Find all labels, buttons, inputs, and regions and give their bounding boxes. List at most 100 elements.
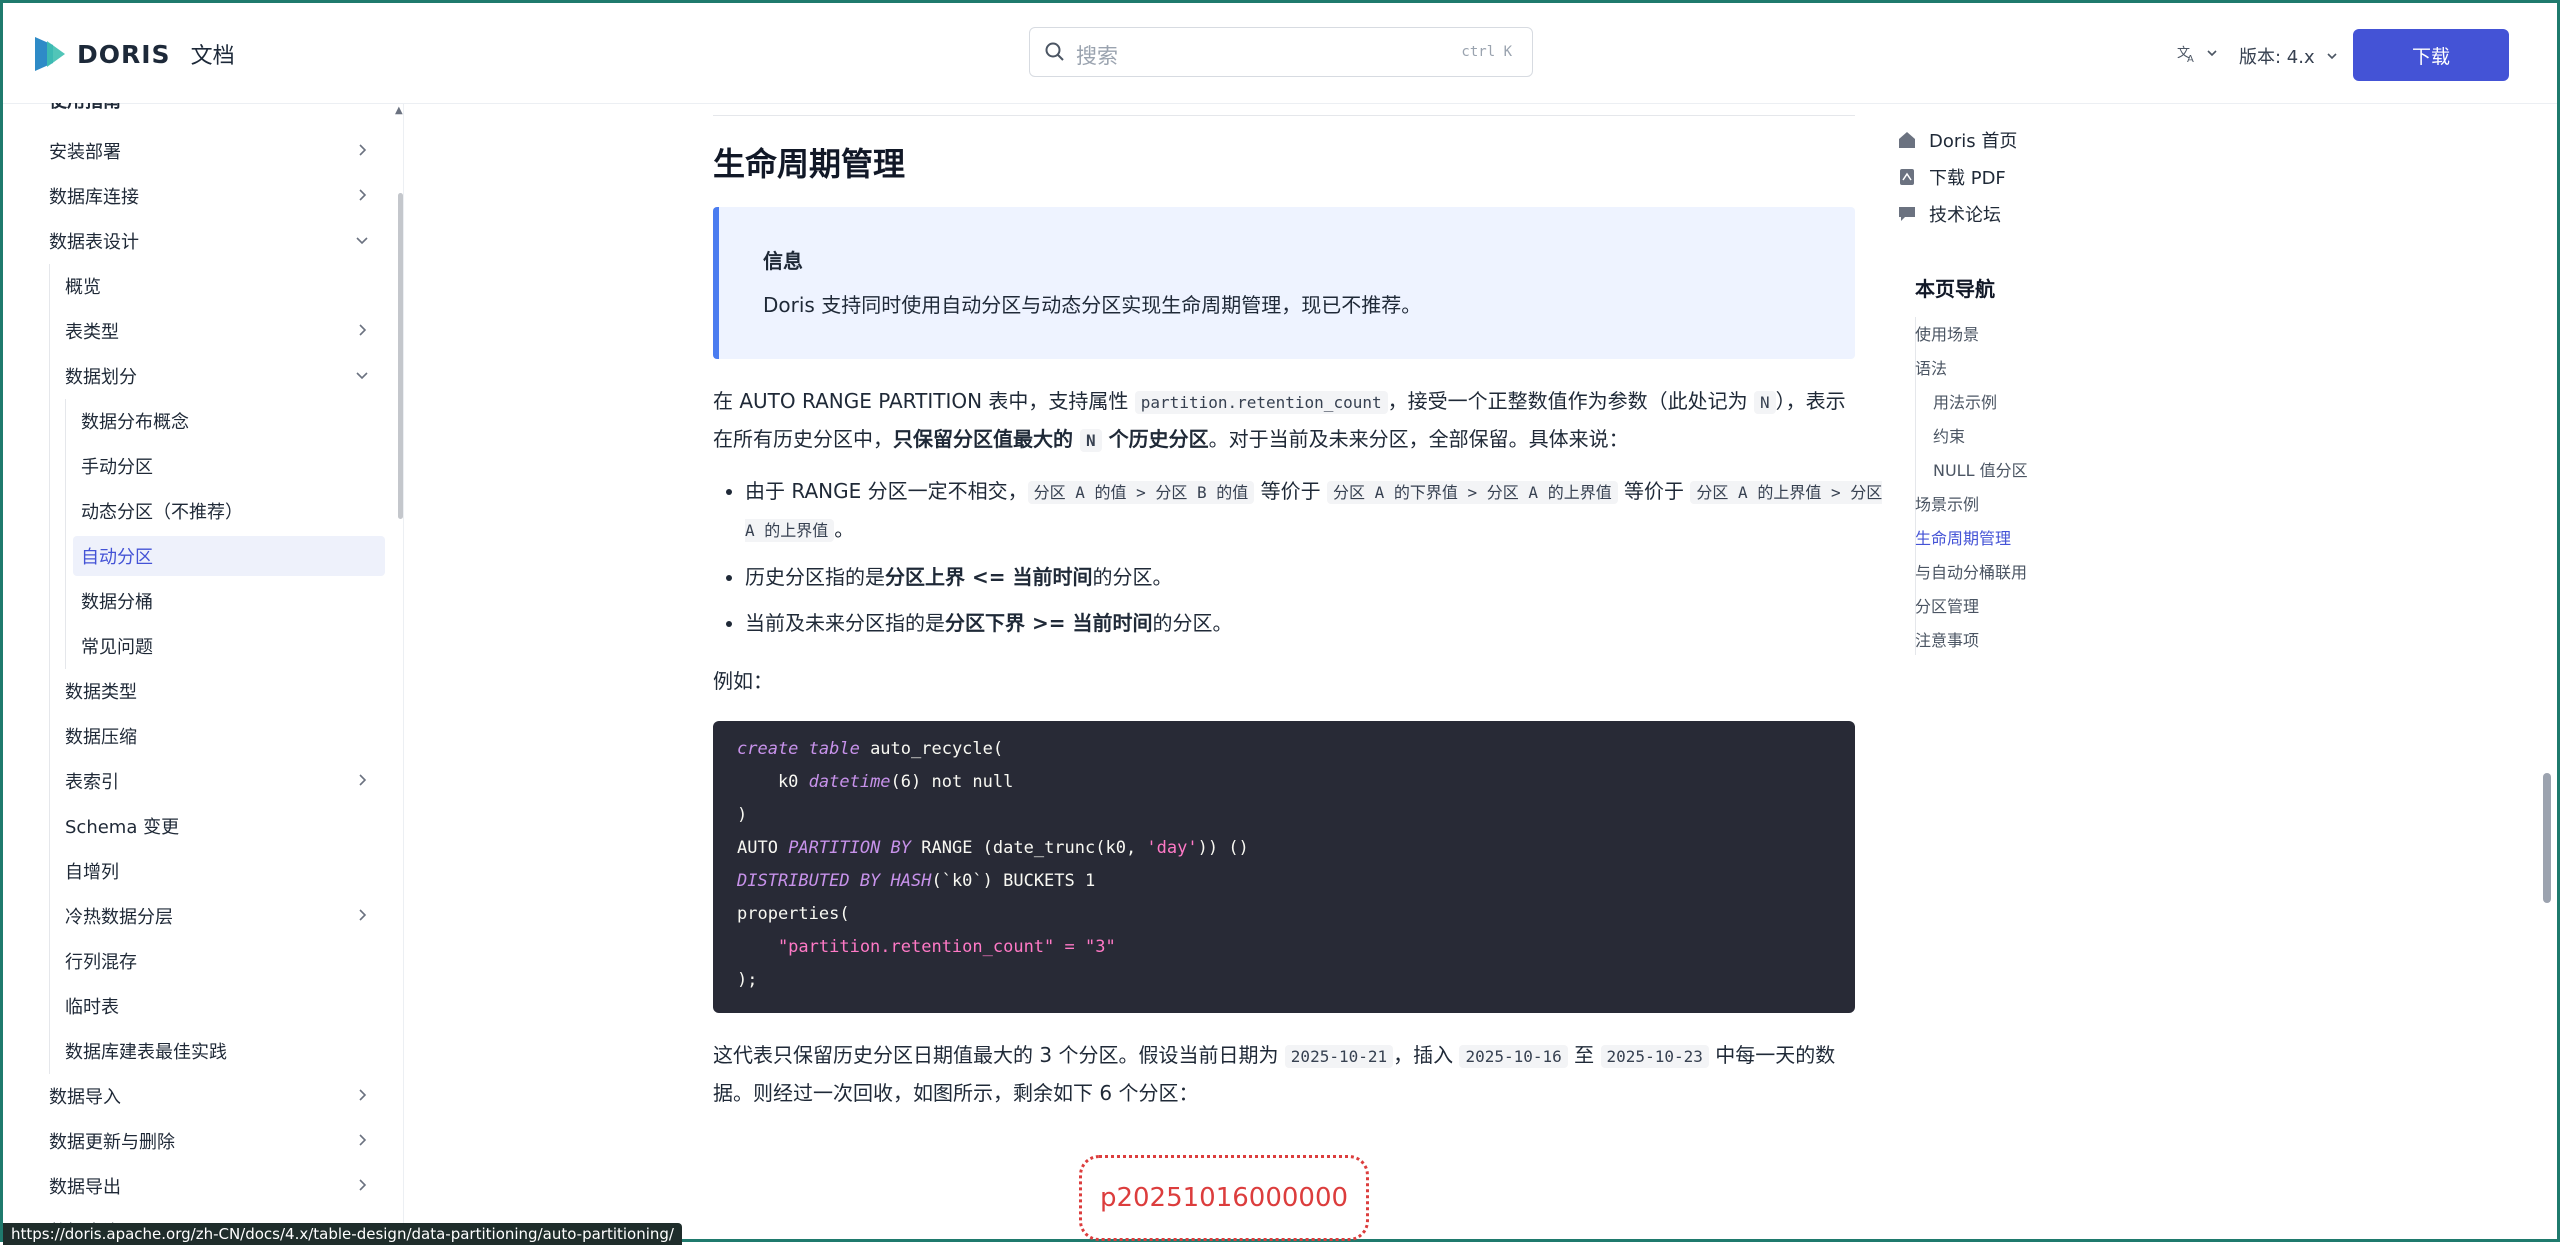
sidebar-item[interactable]: 数据导入 — [3, 1074, 393, 1118]
toc-item[interactable]: 场景示例 — [1915, 491, 1979, 515]
sidebar-item[interactable]: 数据更新与删除 — [3, 1119, 393, 1163]
sidebar-item[interactable]: 数据库建表最佳实践 — [3, 1029, 393, 1073]
sidebar-item[interactable]: 自增列 — [3, 849, 393, 893]
sidebar-item-label: 数据划分 — [65, 367, 137, 388]
recycle-paragraph: 这代表只保留历史分区日期值最大的 3 个分区。假设当前日期为 2025-10-2… — [713, 1043, 1836, 1105]
chevron-right-icon[interactable] — [353, 1086, 371, 1104]
chevron-right-icon[interactable] — [353, 321, 371, 339]
toc-item[interactable]: 与自动分桶联用 — [1915, 559, 2027, 583]
svg-text:A: A — [2187, 54, 2194, 63]
toc-item[interactable]: 注意事项 — [1915, 627, 1979, 651]
sidebar-item-label: 行列混存 — [65, 952, 137, 973]
code-line: ) — [737, 805, 748, 825]
forum-link[interactable]: 技术论坛 — [1897, 201, 2001, 227]
sidebar-item-label: 冷热数据分层 — [65, 907, 173, 928]
sidebar-item-label: Schema 变更 — [65, 817, 180, 838]
chevron-right-icon[interactable] — [353, 186, 371, 204]
sidebar-item[interactable]: 概览 — [3, 264, 393, 308]
sidebar-item-label: 表索引 — [65, 772, 119, 793]
code-line: create table auto_recycle( — [737, 739, 1004, 759]
code-line: AUTO PARTITION BY RANGE (date_trunc(k0, … — [737, 838, 1249, 858]
info-admonition: 信息 Doris 支持同时使用自动分区与动态分区实现生命周期管理，现已不推荐。 — [713, 207, 1855, 359]
sidebar-item[interactable]: 数据表设计 — [3, 219, 393, 263]
code-line: "partition.retention_count" = "3" — [737, 937, 1116, 957]
chevron-right-icon[interactable] — [353, 1131, 371, 1149]
sidebar-item[interactable]: 数据压缩 — [3, 714, 393, 758]
sidebar-item-label: 数据分桶 — [81, 592, 153, 613]
search-placeholder: 搜索 — [1076, 44, 1118, 68]
chevron-down-icon[interactable] — [353, 231, 371, 249]
code-line: DISTRIBUTED BY HASH(`k0`) BUCKETS 1 — [737, 871, 1096, 891]
toc-item[interactable]: 约束 — [1933, 423, 1965, 447]
pdf-icon — [1900, 169, 1914, 185]
toc-item[interactable]: 用法示例 — [1933, 389, 1997, 413]
inline-code: N — [1753, 391, 1776, 414]
sidebar-item[interactable]: 动态分区（不推荐） — [3, 489, 393, 533]
tree-guide-line — [65, 399, 66, 669]
page-scrollbar[interactable] — [2543, 773, 2551, 903]
inline-code: N — [1079, 429, 1102, 452]
sidebar-item[interactable]: 手动分区 — [3, 444, 393, 488]
sidebar-item-label: 数据类型 — [65, 682, 137, 703]
chevron-right-icon[interactable] — [353, 1176, 371, 1194]
doris-home-link[interactable]: Doris 首页 — [1897, 127, 2017, 153]
rules-list: 由于 RANGE 分区一定不相交，分区 A 的值 > 分区 B 的值 等价于 分… — [713, 473, 1887, 651]
sidebar-item[interactable]: 表类型 — [3, 309, 393, 353]
chevron-down-icon[interactable] — [353, 366, 371, 384]
toc-item[interactable]: 语法 — [1915, 355, 1947, 379]
sidebar-item[interactable]: Schema 变更 — [3, 804, 393, 848]
forum-icon — [1899, 207, 1915, 221]
sidebar-item[interactable]: 数据库连接 — [3, 174, 393, 218]
language-switcher[interactable]: 文 A — [2177, 43, 2219, 63]
sidebar-scroll-up-icon[interactable]: ▲ — [395, 105, 403, 116]
code-line: k0 datetime(6) not null — [737, 772, 1014, 792]
sidebar-item[interactable]: 安装部署 — [3, 129, 393, 173]
sidebar-item-label: 常见问题 — [81, 637, 153, 658]
tree-guide-line — [49, 264, 50, 1074]
sidebar-item-label: 数据导出 — [49, 1177, 121, 1198]
sidebar-item-label: 数据导入 — [49, 1087, 121, 1108]
sidebar-item-label: 数据表设计 — [49, 232, 139, 253]
download-button[interactable]: 下载 — [2353, 29, 2509, 81]
translate-icon: 文 A — [2177, 46, 2194, 63]
sidebar-item[interactable]: 行列混存 — [3, 939, 393, 983]
sidebar-item[interactable]: 数据导出 — [3, 1164, 393, 1208]
doris-logo[interactable]: DORIS 文档 — [33, 35, 235, 73]
toc-item[interactable]: 生命周期管理 — [1915, 525, 2011, 549]
partition-figure-box: p20251016000000 — [1079, 1155, 1369, 1241]
sidebar-item-label: 临时表 — [65, 997, 119, 1018]
chevron-right-icon[interactable] — [353, 771, 371, 789]
toc-title: 本页导航 — [1915, 277, 1995, 301]
sidebar-item-label: 数据分布概念 — [81, 412, 189, 433]
chevron-right-icon[interactable] — [353, 141, 371, 159]
sidebar-item[interactable]: 数据分布概念 — [3, 399, 393, 443]
inline-code: partition.retention_count — [1134, 391, 1388, 414]
chevron-right-icon[interactable] — [353, 906, 371, 924]
search-box[interactable]: 搜索 ctrl K — [1029, 27, 1533, 77]
sidebar-item[interactable]: 自动分区 — [3, 534, 393, 578]
search-icon — [1045, 42, 1064, 61]
sidebar-partial-category[interactable]: 使用指南 — [49, 103, 121, 113]
toc-item[interactable]: 分区管理 — [1915, 593, 1979, 617]
sidebar-item[interactable]: 临时表 — [3, 984, 393, 1028]
version-selector[interactable]: 版本: 4.x — [2239, 43, 2339, 69]
sidebar-item-label: 概览 — [65, 277, 101, 298]
sidebar-item[interactable]: 常见问题 — [3, 624, 393, 668]
chevron-down-icon — [2327, 53, 2337, 60]
sidebar-item[interactable]: 表索引 — [3, 759, 393, 803]
home-icon — [1899, 132, 1915, 148]
toc-item[interactable]: 使用场景 — [1915, 321, 1979, 345]
code-line: ); — [737, 970, 758, 990]
sidebar-item[interactable]: 数据划分 — [3, 354, 393, 398]
list-item: 由于 RANGE 分区一定不相交，分区 A 的值 > 分区 B 的值 等价于 分… — [745, 473, 1887, 549]
sidebar-item-label: 动态分区（不推荐） — [81, 502, 243, 523]
sidebar-item[interactable]: 数据类型 — [3, 669, 393, 713]
sql-code-block[interactable]: create table auto_recycle( k0 datetime(6… — [713, 721, 1855, 1013]
download-pdf-link[interactable]: 下载 PDF — [1897, 164, 2006, 190]
sidebar-item[interactable]: 数据分桶 — [3, 579, 393, 623]
sidebar-scrollbar[interactable] — [398, 193, 403, 519]
sidebar-item[interactable]: 冷热数据分层 — [3, 894, 393, 938]
brand-name: DORIS — [77, 39, 171, 69]
toc-item[interactable]: NULL 值分区 — [1933, 457, 2028, 481]
sidebar-item-label: 安装部署 — [49, 142, 121, 163]
